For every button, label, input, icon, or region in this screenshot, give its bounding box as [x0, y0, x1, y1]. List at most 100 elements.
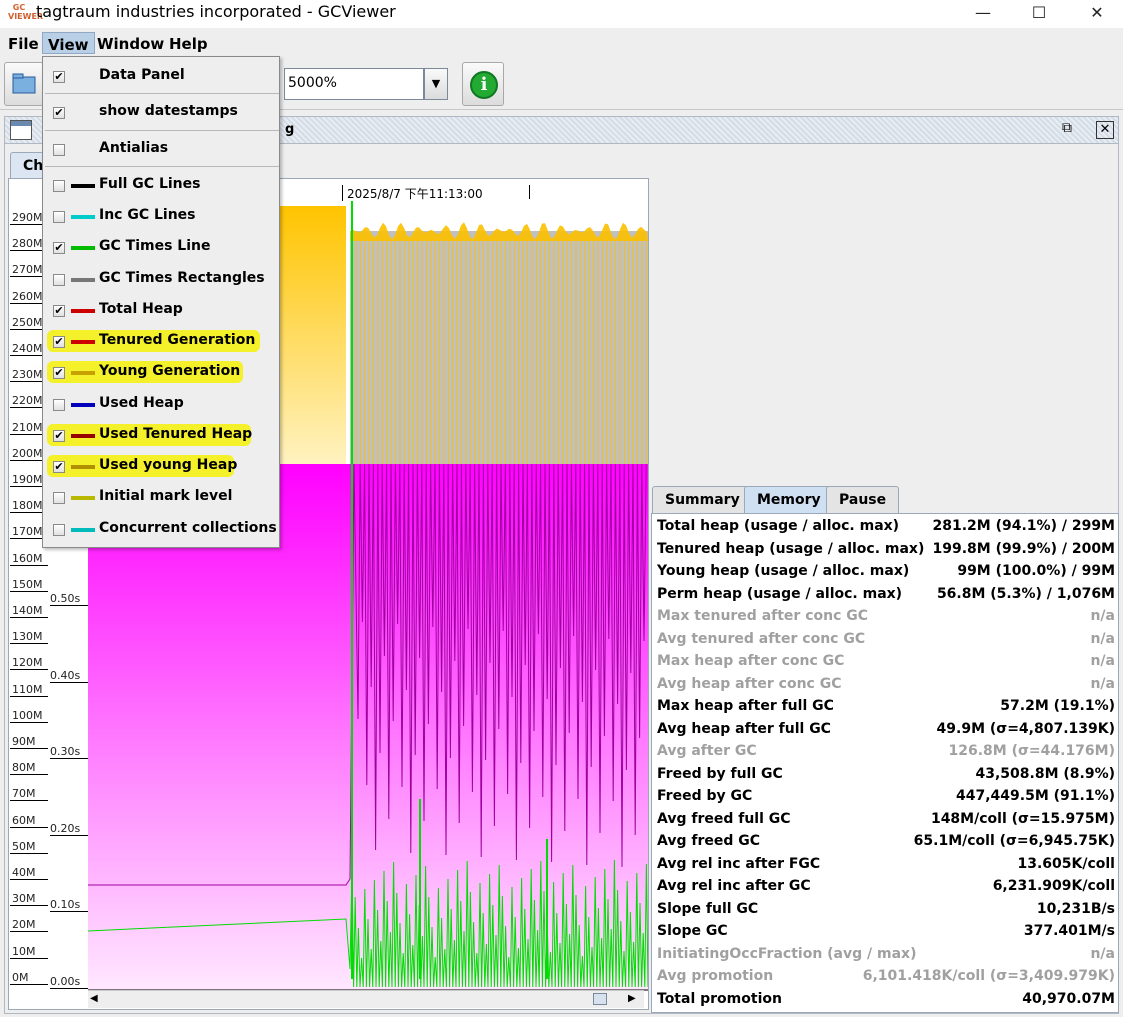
menu-help[interactable]: Help — [164, 32, 213, 54]
stats-row: Max tenured after conc GC n/a — [657, 606, 1115, 629]
stats-row: Avg rel inc after FGC 13.605K/coll — [657, 854, 1115, 877]
open-file-button[interactable] — [4, 62, 44, 106]
view-menu-item[interactable]: ✔ Total Heap — [47, 297, 277, 325]
view-menu-item[interactable]: ✔ Used young Heap — [47, 453, 277, 481]
checkbox-icon[interactable]: ✔ — [53, 107, 65, 119]
view-menu-item[interactable]: ✔ Used Tenured Heap — [47, 422, 277, 450]
memory-tick-line — [10, 905, 48, 907]
stats-row-value: 447,449.5M (91.1%) — [956, 788, 1115, 804]
checkbox-icon[interactable]: ✔ — [53, 461, 65, 473]
frame-icon — [10, 120, 32, 140]
checkbox-icon[interactable]: ✔ — [53, 242, 65, 254]
memory-tick-label: 220M — [12, 394, 43, 408]
stats-row: Avg freed full GC 148M/coll (σ=15.975M) — [657, 809, 1115, 832]
memory-tick-line — [10, 643, 48, 645]
view-menu-item[interactable]: Inc GC Lines — [47, 203, 277, 231]
stats-row-value: 49.9M (σ=4,807.139K) — [936, 720, 1115, 737]
memory-tick-label: 20M — [12, 918, 36, 932]
menu-file[interactable]: File — [3, 32, 44, 54]
view-menu-item-label: Used young Heap — [99, 457, 238, 473]
time-tick-line — [50, 911, 88, 913]
memory-tick-label: 190M — [12, 473, 43, 486]
view-menu-item[interactable]: ✔ Data Panel — [47, 63, 277, 91]
memory-tick-label: 0M — [12, 970, 29, 984]
checkbox-icon[interactable]: ✔ — [53, 305, 65, 317]
checkbox-icon[interactable] — [53, 274, 65, 286]
view-menu-item[interactable]: Concurrent collections — [47, 516, 277, 544]
stats-row-label: Avg heap after conc GC — [657, 675, 842, 692]
scroll-right-icon[interactable]: ▶ — [628, 993, 636, 1004]
line-color-swatch — [71, 215, 95, 219]
checkbox-icon[interactable] — [53, 492, 65, 504]
stats-row-label: Avg heap after full GC — [657, 720, 831, 737]
view-menu-item[interactable]: Initial mark level — [47, 484, 277, 512]
restore-frame-icon[interactable]: ⧉ — [1062, 120, 1082, 140]
view-menu-item[interactable]: GC Times Rectangles — [47, 266, 277, 294]
stats-row-label: Avg after GC — [657, 743, 757, 759]
maximize-button[interactable]: ☐ — [1016, 0, 1062, 28]
memory-tick-label: 60M — [12, 813, 36, 827]
memory-tick-line — [10, 564, 48, 566]
line-color-swatch — [71, 340, 95, 344]
checkbox-icon[interactable]: ✔ — [53, 430, 65, 442]
close-button[interactable]: ✕ — [1074, 0, 1120, 28]
stats-row-value: n/a — [1090, 608, 1115, 624]
view-menu-item[interactable]: Full GC Lines — [47, 172, 277, 200]
view-menu-item[interactable]: Antialias — [47, 136, 277, 164]
view-menu-item-label: Total Heap — [99, 301, 183, 317]
menu-window[interactable]: Window — [92, 32, 169, 54]
zoom-dropdown-button[interactable]: ▼ — [424, 68, 448, 100]
memory-tick-label: 30M — [12, 892, 36, 906]
checkbox-icon[interactable]: ✔ — [53, 336, 65, 348]
stats-row-value: n/a — [1090, 945, 1115, 962]
minimize-button[interactable]: — — [960, 0, 1006, 28]
zoom-combobox[interactable]: 5000% — [284, 68, 424, 100]
view-menu-item-label: Young Generation — [99, 363, 241, 379]
view-menu-item[interactable]: ✔ show datestamps — [47, 99, 277, 127]
checkbox-icon[interactable] — [53, 399, 65, 411]
time-tick-label: 0.00s — [50, 975, 81, 988]
checkbox-icon[interactable] — [53, 144, 65, 156]
open-folder-icon — [12, 73, 36, 94]
stats-row: Avg rel inc after GC 6,231.909K/coll — [657, 876, 1115, 899]
memory-tick-label: 230M — [12, 368, 43, 382]
time-tick-label: 0.20s — [50, 821, 81, 835]
checkbox-icon[interactable] — [53, 211, 65, 223]
memory-tick-line — [10, 800, 48, 802]
scroll-left-icon[interactable]: ◀ — [90, 993, 98, 1004]
stats-row-value: 148M/coll (σ=15.975M) — [930, 810, 1115, 827]
memory-tick-label: 290M — [12, 211, 43, 224]
stats-row-label: Total heap (usage / alloc. max) — [657, 518, 900, 534]
stats-row-value: 65.1M/coll (σ=6,945.75K) — [913, 833, 1115, 849]
timestamp-tick — [342, 185, 343, 201]
view-menu-item[interactable]: ✔ Young Generation — [47, 359, 277, 387]
stats-row: Total promotion 40,970.07M — [657, 989, 1115, 1012]
memory-tick-line — [10, 879, 48, 880]
stats-row: Freed by GC 447,449.5M (91.1%) — [657, 786, 1115, 809]
menu-view[interactable]: View — [42, 32, 95, 54]
memory-tick-label: 240M — [12, 342, 43, 355]
stats-row-label: Max heap after full GC — [657, 698, 834, 714]
memory-tick-label: 10M — [12, 944, 36, 958]
memory-tick-label: 70M — [12, 787, 36, 801]
close-frame-icon[interactable]: ✕ — [1096, 121, 1114, 139]
scroll-thumb[interactable] — [593, 993, 607, 1005]
young-generation-area — [350, 231, 648, 464]
stats-row-label: Avg freed full GC — [657, 810, 791, 827]
checkbox-icon[interactable]: ✔ — [53, 71, 65, 83]
memory-tick-line — [10, 748, 48, 749]
checkbox-icon[interactable]: ✔ — [53, 367, 65, 379]
tab-memory[interactable]: Memory — [744, 486, 834, 513]
view-menu-item[interactable]: ✔ Tenured Generation — [47, 328, 277, 356]
tab-summary[interactable]: Summary — [652, 486, 753, 513]
memory-tick-line — [10, 931, 48, 933]
view-menu-item[interactable]: Used Heap — [47, 391, 277, 419]
memory-tick-line — [10, 617, 48, 618]
tab-pause[interactable]: Pause — [826, 486, 900, 513]
stats-row-value: 13.605K/coll — [1017, 855, 1115, 872]
checkbox-icon[interactable] — [53, 524, 65, 536]
checkbox-icon[interactable] — [53, 180, 65, 192]
memory-tick-label: 90M — [12, 735, 36, 748]
view-menu-item[interactable]: ✔ GC Times Line — [47, 234, 277, 262]
horizontal-scrollbar[interactable]: ◀ ▶ — [88, 990, 644, 1008]
